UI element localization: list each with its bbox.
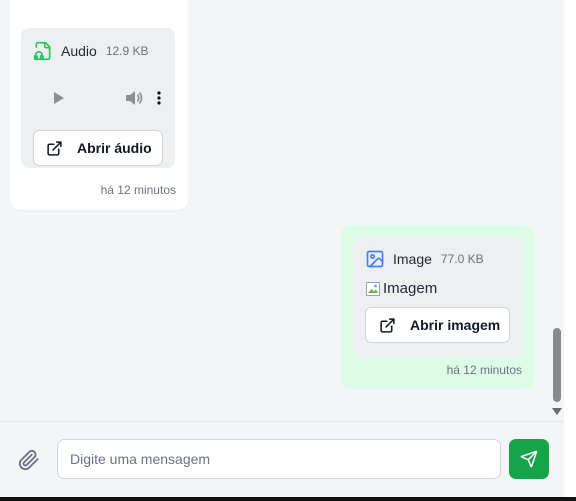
attachment-name: Audio: [61, 43, 97, 59]
external-link-icon: [379, 317, 396, 334]
external-link-icon: [46, 140, 63, 157]
attachment-size: 77.0 KB: [440, 252, 484, 266]
paperclip-icon[interactable]: [18, 449, 40, 471]
image-preview[interactable]: Imagem: [365, 280, 437, 297]
broken-image-icon: [365, 281, 381, 297]
chat-messages-area: Audio 12.9 KB Abrir áudio há 12 minutos …: [0, 0, 551, 421]
incoming-message: Audio 12.9 KB Abrir áudio há 12 minutos: [10, 0, 188, 210]
send-icon: [520, 450, 538, 468]
image-alt-text: Imagem: [383, 280, 438, 297]
attachment-header: Image 77.0 KB: [365, 249, 484, 269]
window-edge: [564, 0, 576, 501]
image-attachment-card: Image 77.0 KB Imagem Abrir imagem: [353, 237, 523, 357]
attachment-name: Image: [393, 251, 432, 267]
audio-player: [33, 80, 163, 116]
send-button[interactable]: [509, 439, 549, 479]
outgoing-message: Image 77.0 KB Imagem Abrir imagem há 12 …: [341, 225, 534, 389]
message-timestamp: há 12 minutos: [446, 363, 522, 377]
message-input[interactable]: [57, 439, 501, 479]
scrollbar-thumb[interactable]: [553, 328, 561, 402]
open-image-button[interactable]: Abrir imagem: [365, 307, 510, 343]
more-options-icon[interactable]: [157, 91, 161, 105]
message-timestamp: há 12 minutos: [100, 183, 176, 197]
image-icon: [365, 249, 385, 269]
open-audio-label: Abrir áudio: [77, 140, 152, 156]
volume-icon[interactable]: [125, 90, 143, 106]
chat-scrollbar[interactable]: [551, 0, 564, 421]
attachment-size: 12.9 KB: [105, 44, 149, 58]
open-audio-button[interactable]: Abrir áudio: [33, 130, 163, 166]
window-bottom-edge: [0, 497, 576, 501]
attachment-header: Audio 12.9 KB: [33, 41, 149, 61]
message-composer: [0, 421, 564, 497]
play-icon[interactable]: [53, 91, 65, 105]
scroll-down-arrow-icon[interactable]: [552, 408, 562, 415]
open-image-label: Abrir imagem: [410, 317, 501, 333]
file-headphones-icon: [33, 41, 53, 61]
audio-attachment-card: Audio 12.9 KB Abrir áudio: [21, 28, 175, 168]
